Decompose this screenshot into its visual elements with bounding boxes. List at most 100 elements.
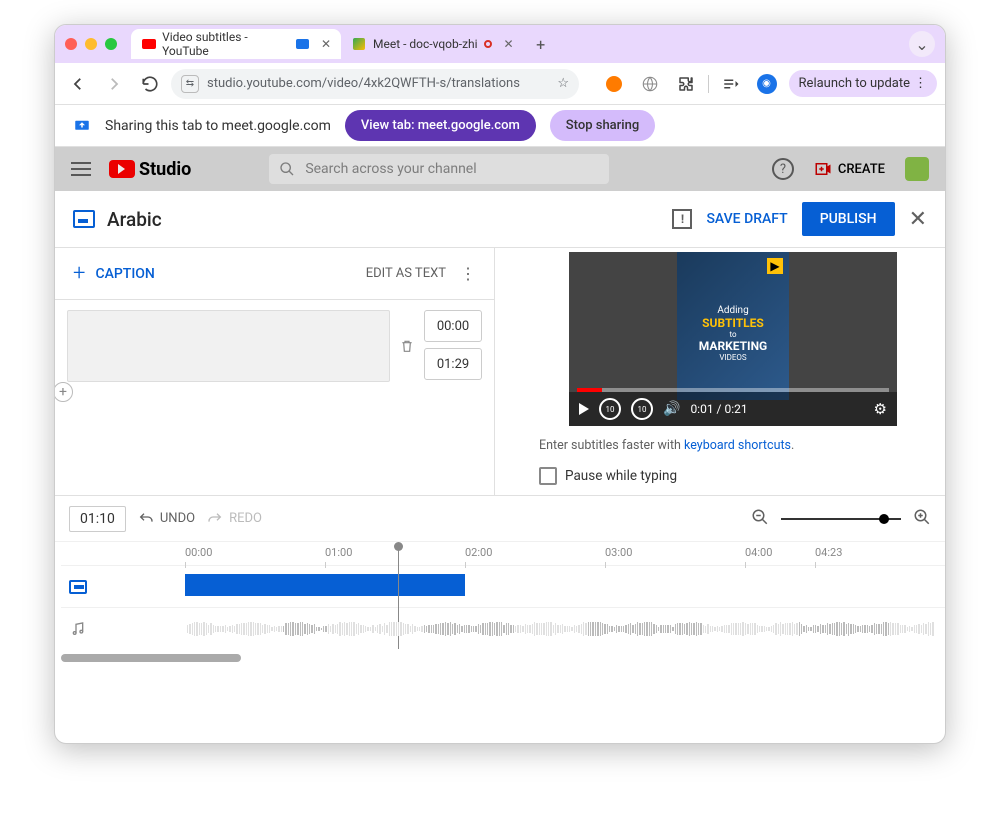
tab-sharing-bar: Sharing this tab to meet.google.com View… [55, 105, 945, 147]
close-tab-icon[interactable]: ✕ [321, 37, 331, 51]
extensions-puzzle-icon[interactable] [672, 70, 700, 98]
video-thumbnail: ▶ Adding SUBTITLES to MARKETING VIDEOS [677, 252, 789, 400]
relaunch-label: Relaunch to update [799, 76, 910, 91]
preview-pane: ▶ Adding SUBTITLES to MARKETING VIDEOS 1… [495, 248, 945, 495]
play-button-icon[interactable] [579, 403, 589, 415]
extension-icon-2[interactable] [636, 70, 664, 98]
zoom-out-icon[interactable] [751, 508, 769, 530]
captions-pane: + CAPTION EDIT AS TEXT ⋮ 00:00 01:29 + [55, 248, 495, 495]
timeline-tracks [55, 565, 945, 649]
relaunch-button[interactable]: Relaunch to update ⋮ [789, 70, 937, 97]
close-tab-icon[interactable]: ✕ [504, 37, 514, 51]
caption-start-time[interactable]: 00:00 [424, 310, 482, 342]
cast-icon [296, 39, 309, 49]
video-player[interactable]: ▶ Adding SUBTITLES to MARKETING VIDEOS 1… [569, 252, 897, 426]
audio-track[interactable] [61, 607, 945, 649]
save-draft-button[interactable]: SAVE DRAFT [706, 211, 787, 227]
redo-icon [207, 511, 223, 527]
media-control-icon[interactable] [717, 70, 745, 98]
current-time-input[interactable]: 01:10 [69, 506, 126, 532]
tick: 04:00 [745, 546, 772, 559]
tab-google-meet[interactable]: Meet - doc-vqob-zhi ✕ [341, 29, 524, 59]
warning-icon[interactable]: ! [672, 209, 692, 229]
tab-list-button[interactable]: ⌄ [909, 31, 935, 57]
timeline-ruler[interactable]: 00:00 01:00 02:00 03:00 04:00 04:23 [55, 541, 945, 565]
zoom-slider[interactable] [781, 518, 901, 520]
language-title: Arabic [107, 208, 162, 231]
browser-tabs: Video subtitles - YouTube ✕ Meet - doc-v… [131, 29, 909, 59]
keyboard-hint: Enter subtitles faster with keyboard sho… [539, 438, 927, 453]
delete-caption-icon[interactable] [396, 337, 418, 355]
url-text: studio.youtube.com/video/4xk2QWFTH-s/tra… [207, 76, 520, 91]
zoom-in-icon[interactable] [913, 508, 931, 530]
tab-title: Meet - doc-vqob-zhi [373, 37, 478, 51]
tick: 02:00 [465, 546, 492, 559]
caption-clip[interactable] [185, 574, 465, 596]
youtube-icon [141, 36, 156, 52]
waveform [187, 622, 935, 636]
url-field[interactable]: ⇆ studio.youtube.com/video/4xk2QWFTH-s/t… [171, 69, 579, 99]
traffic-lights [65, 38, 117, 50]
caption-track[interactable] [61, 565, 945, 607]
extension-icon-1[interactable] [600, 70, 628, 98]
tick: 04:23 [815, 546, 842, 559]
pause-checkbox[interactable] [539, 467, 557, 485]
video-timecode: 0:01 / 0:21 [690, 402, 747, 416]
thumb-plus-icon: ▶ [767, 258, 783, 274]
caption-btn-label: CAPTION [95, 266, 154, 282]
caption-end-time[interactable]: 01:29 [424, 348, 482, 380]
minimize-window-icon[interactable] [85, 38, 97, 50]
forward-button[interactable] [99, 69, 129, 99]
view-tab-button[interactable]: View tab: meet.google.com [345, 110, 536, 141]
edit-as-text-button[interactable]: EDIT AS TEXT [366, 266, 446, 281]
meet-icon [351, 36, 367, 52]
profile-icon[interactable]: ◉ [753, 70, 781, 98]
back-button[interactable] [63, 69, 93, 99]
tick: 03:00 [605, 546, 632, 559]
audio-track-icon [61, 620, 95, 638]
close-editor-button[interactable]: ✕ [909, 207, 927, 232]
pause-label: Pause while typing [565, 468, 677, 484]
timeline-toolbar: 01:10 UNDO REDO [55, 495, 945, 541]
tab-youtube-subtitles[interactable]: Video subtitles - YouTube ✕ [131, 29, 341, 59]
close-window-icon[interactable] [65, 38, 77, 50]
horizontal-scrollbar[interactable] [61, 651, 939, 665]
rewind-10-icon[interactable]: 10 [599, 398, 621, 420]
redo-button[interactable]: REDO [207, 511, 262, 527]
caption-track-icon [61, 580, 95, 594]
insert-caption-button[interactable]: + [54, 382, 73, 402]
reload-button[interactable] [135, 69, 165, 99]
add-caption-button[interactable]: + CAPTION [73, 261, 155, 286]
caption-menu-icon[interactable]: ⋮ [460, 264, 476, 283]
editor-header: Arabic ! SAVE DRAFT PUBLISH ✕ [55, 191, 945, 247]
address-bar: ⇆ studio.youtube.com/video/4xk2QWFTH-s/t… [55, 63, 945, 105]
tab-title: Video subtitles - YouTube [162, 30, 290, 58]
studio-header: Studio Search across your channel ? CREA… [55, 147, 945, 191]
tick: 01:00 [325, 546, 352, 559]
keyboard-shortcuts-link[interactable]: keyboard shortcuts [684, 438, 791, 453]
bookmark-star-icon[interactable]: ☆ [557, 76, 569, 91]
forward-10-icon[interactable]: 10 [631, 398, 653, 420]
stop-sharing-button[interactable]: Stop sharing [550, 110, 655, 141]
site-info-icon[interactable]: ⇆ [181, 75, 199, 93]
new-tab-button[interactable]: + [528, 31, 554, 57]
zoom-controls [751, 508, 931, 530]
caption-toolbar: + CAPTION EDIT AS TEXT ⋮ [55, 248, 494, 300]
window-titlebar: Video subtitles - YouTube ✕ Meet - doc-v… [55, 25, 945, 63]
pause-while-typing-row: Pause while typing [539, 467, 927, 485]
fullscreen-window-icon[interactable] [105, 38, 117, 50]
caption-time-boxes: 00:00 01:29 [424, 310, 482, 382]
sharing-message: Sharing this tab to meet.google.com [105, 118, 331, 134]
editor-body: + CAPTION EDIT AS TEXT ⋮ 00:00 01:29 + ▶… [55, 247, 945, 495]
caption-text-input[interactable] [67, 310, 390, 382]
volume-icon[interactable]: 🔊 [663, 401, 680, 417]
screen-share-icon [73, 117, 91, 135]
kebab-icon: ⋮ [914, 76, 927, 91]
video-controls: 10 10 🔊 0:01 / 0:21 ⚙ [569, 392, 897, 426]
subtitles-icon [73, 210, 95, 228]
video-settings-icon[interactable]: ⚙ [874, 400, 887, 418]
undo-button[interactable]: UNDO [138, 511, 195, 527]
scrollbar-thumb[interactable] [61, 654, 241, 662]
caption-row: 00:00 01:29 + [55, 300, 494, 392]
publish-button[interactable]: PUBLISH [802, 202, 895, 236]
